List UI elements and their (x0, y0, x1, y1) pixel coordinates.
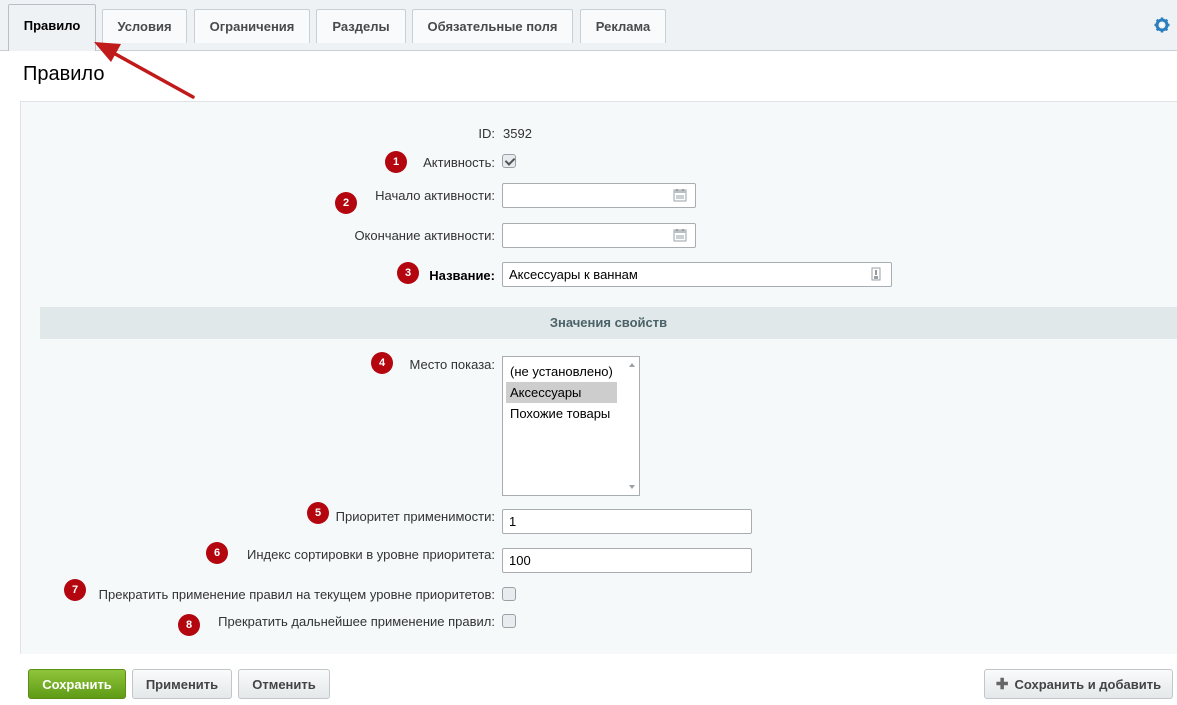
active-checkbox[interactable] (502, 154, 516, 168)
start-date-label: Начало активности: (375, 188, 495, 203)
step-badge-1: 1 (385, 151, 407, 173)
sort-input[interactable]: 100 (502, 548, 752, 573)
id-value: 3592 (503, 126, 532, 141)
scroll-down-arrow[interactable] (629, 485, 635, 489)
priority-label: Приоритет применимости: (335, 509, 495, 524)
active-label: Активность: (423, 155, 495, 170)
hint-icon[interactable] (869, 267, 883, 281)
end-date-input[interactable] (502, 223, 696, 248)
place-option[interactable]: Похожие товары (506, 403, 617, 424)
tab-required-fields[interactable]: Обязательные поля (412, 9, 573, 43)
start-date-input[interactable] (502, 183, 696, 208)
apply-button[interactable]: Применить (132, 669, 232, 699)
tab-restrictions[interactable]: Ограничения (194, 9, 310, 43)
step-badge-6: 6 (206, 542, 228, 564)
plus-icon: ✚ (995, 676, 1009, 693)
step-badge-5: 5 (307, 502, 329, 524)
name-input[interactable]: Аксессуары к ваннам (502, 262, 892, 287)
sort-label: Индекс сортировки в уровне приоритета: (246, 547, 495, 562)
name-input-value: Аксессуары к ваннам (509, 267, 638, 282)
place-option[interactable]: (не установлено) (506, 361, 617, 382)
end-date-label: Окончание активности: (354, 228, 495, 243)
tab-conditions[interactable]: Условия (102, 9, 187, 43)
calendar-icon[interactable] (673, 228, 687, 242)
scroll-up-arrow[interactable] (629, 363, 635, 367)
step-badge-7: 7 (64, 579, 86, 601)
place-option-selected[interactable]: Аксессуары (506, 382, 617, 403)
section-header-properties: Значения свойств (40, 307, 1177, 339)
cancel-button[interactable]: Отменить (238, 669, 330, 699)
place-listbox[interactable]: (не установлено) Аксессуары Похожие това… (502, 356, 640, 496)
calendar-icon[interactable] (673, 188, 687, 202)
tab-bar: Правило Условия Ограничения Разделы Обяз… (0, 0, 1177, 51)
name-label: Название: (429, 268, 495, 283)
stop-level-label: Прекратить применение правил на текущем … (98, 587, 495, 602)
stop-all-checkbox[interactable] (502, 614, 516, 628)
stop-all-label: Прекратить дальнейшее применение правил: (218, 614, 495, 629)
save-and-add-button[interactable]: ✚ Сохранить и добавить (984, 669, 1173, 699)
tab-sections[interactable]: Разделы (316, 9, 406, 43)
step-badge-3: 3 (397, 262, 419, 284)
stop-level-checkbox[interactable] (502, 587, 516, 601)
id-label: ID: (478, 126, 495, 141)
page-title: Правило (23, 63, 105, 85)
save-button[interactable]: Сохранить (28, 669, 126, 699)
place-label: Место показа: (409, 357, 495, 372)
tab-advertising[interactable]: Реклама (580, 9, 666, 43)
step-badge-2: 2 (335, 192, 357, 214)
save-and-add-label: Сохранить и добавить (1014, 677, 1162, 692)
tab-rule[interactable]: Правило (8, 4, 96, 51)
step-badge-8: 8 (178, 614, 200, 636)
gear-icon[interactable] (1154, 17, 1170, 33)
priority-input[interactable]: 1 (502, 509, 752, 534)
step-badge-4: 4 (371, 352, 393, 374)
